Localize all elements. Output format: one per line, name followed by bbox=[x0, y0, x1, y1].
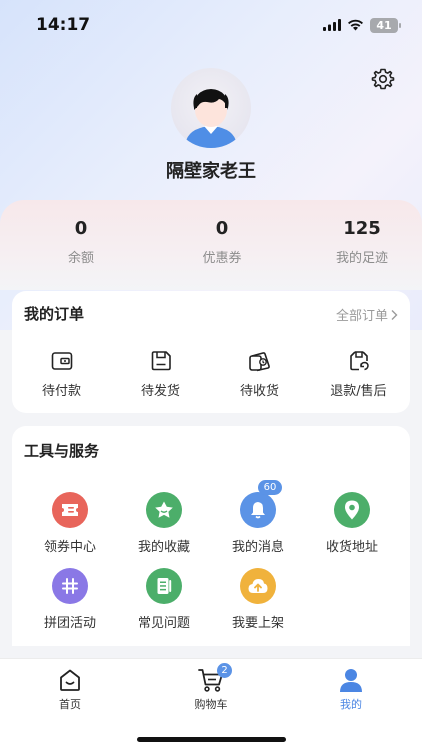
wallet-icon bbox=[51, 352, 72, 370]
order-label: 退款/售后 bbox=[330, 384, 387, 399]
stat-coupons[interactable]: 0 优惠券 bbox=[162, 218, 282, 266]
group-buy-icon bbox=[52, 568, 88, 604]
avatar[interactable] bbox=[171, 68, 251, 148]
refund-icon bbox=[349, 351, 369, 371]
all-orders-link[interactable]: 全部订单 bbox=[336, 305, 398, 324]
tool-label: 我的收藏 bbox=[137, 540, 190, 555]
wifi-icon bbox=[348, 19, 363, 31]
tab-profile[interactable]: 我的 bbox=[301, 667, 401, 712]
tool-label: 常见问题 bbox=[137, 616, 190, 631]
all-orders-label: 全部订单 bbox=[335, 309, 388, 324]
tools-title: 工具与服务 bbox=[24, 442, 100, 460]
tool-upload[interactable]: 我要上架 bbox=[211, 568, 305, 631]
tool-messages[interactable]: 60 我的消息 bbox=[211, 480, 305, 555]
order-label: 待收货 bbox=[239, 384, 279, 399]
battery-icon: 41 bbox=[370, 17, 401, 33]
order-label: 待发货 bbox=[140, 384, 180, 399]
avatar-cartoon-icon bbox=[185, 89, 237, 148]
order-label: 待付款 bbox=[41, 384, 81, 399]
tools-card: 工具与服务 领券中心 我的收藏 60 我的消息 收货地址 拼团活动 常见问题 我… bbox=[12, 426, 410, 646]
box-icon bbox=[151, 351, 171, 371]
stat-label: 我的足迹 bbox=[335, 251, 388, 266]
tool-label: 拼团活动 bbox=[43, 616, 96, 631]
home-indicator bbox=[137, 737, 286, 742]
status-time: 14:17 bbox=[36, 15, 91, 35]
stat-balance[interactable]: 0 余额 bbox=[21, 218, 141, 266]
order-refund[interactable]: 退款/售后 bbox=[309, 349, 408, 399]
tab-cart[interactable]: 2 购物车 bbox=[161, 663, 261, 712]
delivery-icon bbox=[248, 352, 270, 372]
username: 隔壁家老王 bbox=[166, 161, 256, 182]
stats-card: 0 余额 0 优惠券 125 我的足迹 bbox=[0, 200, 422, 290]
bell-icon: 60 bbox=[240, 480, 282, 528]
stat-value: 125 bbox=[343, 218, 381, 239]
order-pending-shipment[interactable]: 待发货 bbox=[111, 349, 210, 399]
upload-icon bbox=[240, 568, 276, 604]
orders-title: 我的订单 bbox=[24, 305, 85, 323]
tab-home[interactable]: 首页 bbox=[20, 667, 120, 712]
stat-value: 0 bbox=[215, 218, 229, 239]
tool-coupon-center[interactable]: 领券中心 bbox=[23, 492, 117, 555]
stat-value: 0 bbox=[74, 218, 88, 239]
gear-icon bbox=[371, 68, 395, 90]
tool-group-buy[interactable]: 拼团活动 bbox=[23, 568, 117, 631]
status-bar: 14:17 41 bbox=[0, 0, 422, 50]
user-icon bbox=[340, 669, 362, 692]
status-icons: 41 bbox=[323, 17, 401, 33]
cart-count-badge: 2 bbox=[217, 663, 232, 678]
tool-label: 收货地址 bbox=[325, 540, 378, 555]
order-pending-payment[interactable]: 待付款 bbox=[12, 349, 111, 399]
tab-label: 购物车 bbox=[194, 698, 228, 711]
message-count-badge: 60 bbox=[258, 480, 282, 495]
stat-footprints[interactable]: 125 我的足迹 bbox=[302, 218, 422, 266]
tab-label: 首页 bbox=[59, 698, 81, 711]
orders-card: 我的订单 全部订单 待付款 待发货 待收货 退款/售后 bbox=[12, 291, 410, 413]
favorite-icon bbox=[146, 492, 182, 528]
coupon-icon bbox=[52, 492, 88, 528]
tab-label: 我的 bbox=[340, 698, 362, 711]
settings-button[interactable] bbox=[370, 66, 396, 92]
tool-label: 我的消息 bbox=[231, 540, 284, 555]
faq-icon bbox=[146, 568, 182, 604]
order-pending-receipt[interactable]: 待收货 bbox=[210, 349, 309, 399]
tool-label: 我要上架 bbox=[231, 616, 284, 631]
stat-label: 优惠券 bbox=[202, 251, 242, 266]
tool-favorites[interactable]: 我的收藏 bbox=[117, 492, 211, 555]
chevron-right-icon bbox=[391, 309, 398, 320]
tool-label: 领券中心 bbox=[43, 540, 96, 555]
home-icon bbox=[60, 669, 80, 691]
stat-label: 余额 bbox=[67, 251, 94, 266]
location-icon bbox=[334, 492, 370, 528]
tool-address[interactable]: 收货地址 bbox=[305, 492, 399, 555]
tool-faq[interactable]: 常见问题 bbox=[117, 568, 211, 631]
signal-icon bbox=[323, 19, 341, 31]
